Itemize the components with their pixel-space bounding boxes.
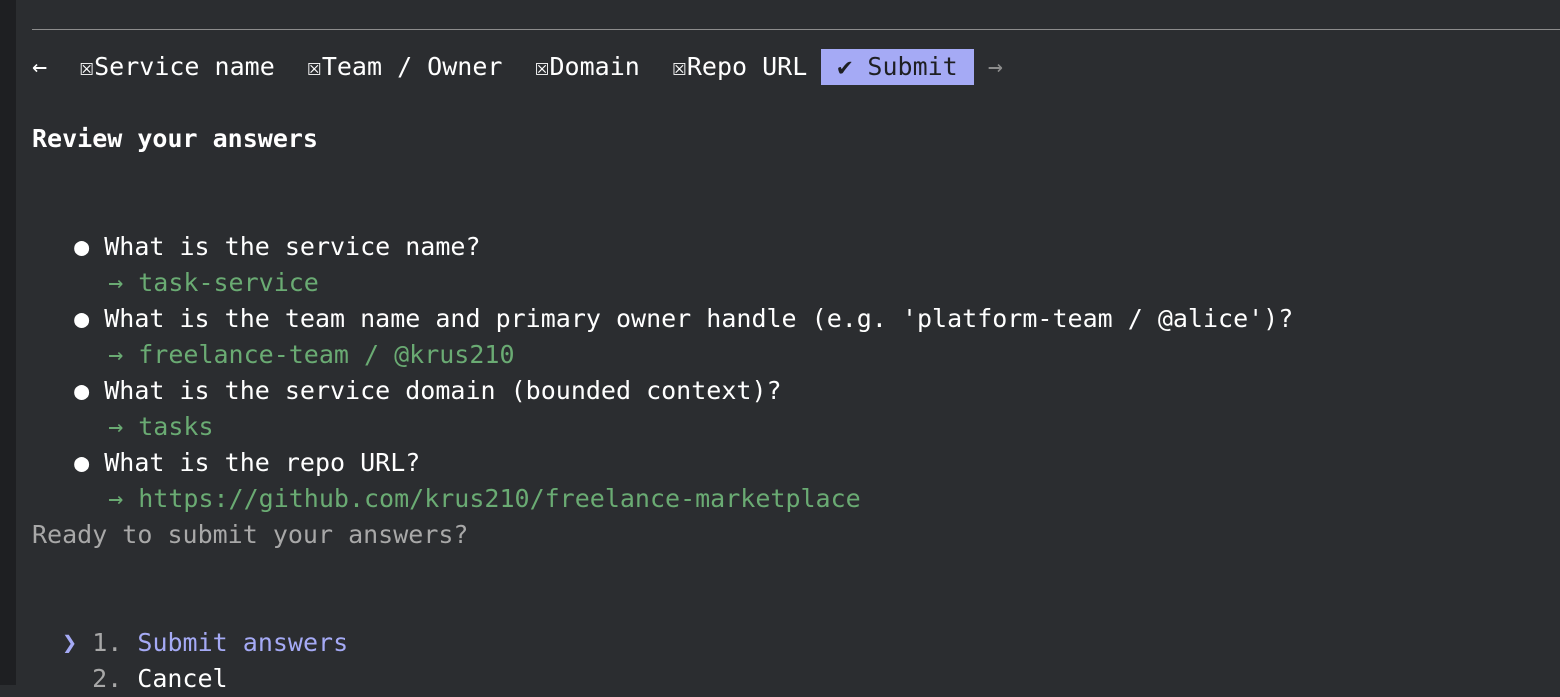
option-submit-answers[interactable]: ❯ 1. Submit answers — [32, 589, 348, 657]
left-gutter — [0, 0, 16, 685]
review-item-question: ● What is the repo URL? — [44, 409, 420, 477]
tab-label: Service name — [94, 52, 275, 81]
checkbox-crossed-icon: ☒ — [306, 52, 322, 81]
tab-repo-url[interactable]: ☒ Repo URL — [670, 49, 809, 85]
tab-team-owner[interactable]: ☒ Team / Owner — [305, 49, 505, 85]
review-item-answer: → https://github.com/krus210/freelance-m… — [78, 445, 861, 513]
checkmark-icon: ✔ — [837, 52, 853, 81]
option-number: 2. — [92, 664, 123, 693]
tab-label: Domain — [549, 52, 640, 81]
back-arrow-icon[interactable]: ← — [32, 49, 47, 85]
checkbox-crossed-icon: ☒ — [671, 52, 687, 81]
tab-domain[interactable]: ☒ Domain — [532, 49, 641, 85]
review-item-answer: → tasks — [78, 373, 213, 441]
forward-arrow-icon[interactable]: → — [988, 49, 1003, 85]
checkbox-crossed-icon: ☒ — [79, 52, 95, 81]
review-item-question: ● What is the service name? — [44, 193, 480, 261]
review-item-answer: → task-service — [78, 229, 319, 297]
top-divider — [32, 29, 1560, 30]
tab-label: Repo URL — [686, 52, 808, 81]
wizard-tab-bar: ← ☒ Service name ☒ Team / Owner ☒ Domain ☒ R… — [32, 49, 1003, 85]
tab-service-name[interactable]: ☒ Service name — [77, 49, 277, 85]
answer-text: https://github.com/krus210/freelance-mar… — [138, 484, 861, 513]
tab-label: Submit — [867, 52, 958, 81]
option-cancel[interactable]: 2. Cancel — [62, 625, 227, 693]
review-item-answer: → freelance-team / @krus210 — [78, 301, 514, 369]
option-label: Cancel — [137, 664, 228, 693]
submit-prompt: Ready to submit your answers? — [32, 520, 469, 549]
answer-arrow-icon: → — [108, 484, 124, 513]
checkbox-crossed-icon: ☒ — [534, 52, 550, 81]
review-title: Review your answers — [32, 124, 318, 153]
tab-label: Team / Owner — [321, 52, 503, 81]
tab-submit[interactable]: ✔ Submit — [821, 49, 974, 85]
review-item-question: ● What is the team name and primary owne… — [44, 265, 1293, 333]
review-item-question: ● What is the service domain (bounded co… — [44, 337, 781, 405]
